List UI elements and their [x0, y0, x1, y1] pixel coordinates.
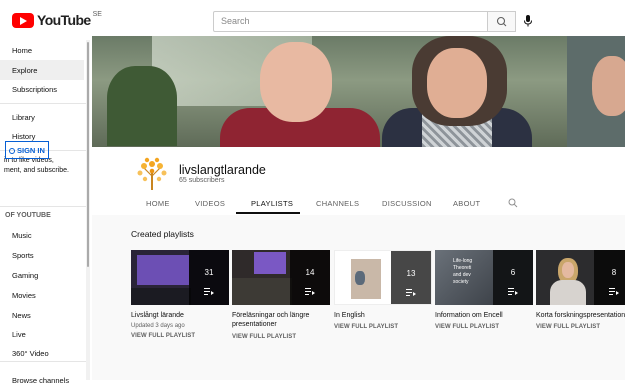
view-full-playlist-link[interactable]: VIEW FULL PLAYLIST — [334, 324, 398, 330]
playlist-title[interactable]: Korta forskningspresentation — [536, 311, 625, 320]
playlist-thumbnail[interactable]: 8 — [536, 250, 625, 305]
video-count: 8 — [611, 268, 617, 277]
sidebar-item-subscriptions[interactable]: Subscriptions — [0, 79, 84, 99]
channel-avatar[interactable] — [133, 154, 171, 192]
top-bar: YouTube SE Search — [0, 0, 625, 40]
search-icon[interactable] — [508, 198, 518, 208]
active-tab-indicator — [236, 212, 300, 214]
playlist-count-overlay: 6 — [493, 250, 533, 305]
playlist-icon — [189, 282, 229, 300]
sidebar-item-360-video[interactable]: 360° Video — [0, 343, 84, 363]
playlist-count-overlay: 31 — [189, 250, 229, 305]
thumbnail-person-face — [562, 262, 574, 278]
logo-country: SE — [92, 10, 102, 18]
playlist-icon — [391, 283, 431, 301]
subscriber-count: 65 subscribers — [179, 177, 225, 184]
thumbnail-person-body — [550, 280, 586, 305]
banner-person-man-head — [260, 42, 332, 122]
playlist-title-line2[interactable]: presentationer — [232, 320, 277, 329]
best-of-heading: OF YOUTUBE — [5, 212, 51, 219]
section-heading: Created playlists — [131, 229, 194, 239]
playlist-title[interactable]: Information om Encell — [435, 311, 503, 320]
thumbnail-room — [232, 278, 292, 305]
sign-in-button[interactable]: SIGN IN — [5, 141, 49, 159]
sidebar: Home Explore Subscriptions Library Histo… — [0, 40, 86, 385]
youtube-play-icon — [12, 12, 34, 28]
sidebar-item-music[interactable]: Music — [0, 225, 84, 245]
playlist-count-overlay: 13 — [391, 251, 431, 304]
channel-banner — [92, 36, 625, 147]
banner-person-right — [592, 56, 625, 116]
search-icon — [496, 16, 507, 27]
thumbnail-text-4: society — [453, 279, 469, 285]
video-count: 6 — [510, 268, 516, 277]
playlist-thumbnail[interactable]: 14 — [232, 250, 330, 305]
banner-person-woman-face — [427, 48, 487, 118]
tab-playlists[interactable]: PLAYLISTS — [251, 199, 293, 208]
playlist-updated: Updated 3 days ago — [131, 323, 185, 329]
sidebar-divider — [0, 103, 86, 104]
tab-about[interactable]: ABOUT — [453, 199, 480, 208]
thumbnail-audience — [131, 288, 191, 305]
sidebar-item-movies[interactable]: Movies — [0, 285, 84, 305]
video-count: 14 — [305, 268, 315, 277]
user-icon — [9, 148, 15, 154]
logo-text: YouTube — [37, 12, 91, 28]
tab-videos[interactable]: VIDEOS — [195, 199, 225, 208]
playlist-count-overlay: 8 — [594, 250, 625, 305]
sign-in-label: SIGN IN — [17, 146, 45, 155]
sidebar-item-browse-channels[interactable]: Browse channels — [0, 370, 84, 390]
video-count: 31 — [204, 268, 214, 277]
playlist-title-line1[interactable]: Föreläsningar och längre — [232, 311, 309, 320]
playlist-title[interactable]: In English — [334, 311, 365, 320]
thumbnail-slide — [254, 252, 286, 274]
sidebar-item-news[interactable]: News — [0, 305, 84, 325]
thumbnail-text-1: Life-long — [453, 258, 473, 264]
search-input[interactable]: Search — [213, 11, 488, 32]
playlist-icon — [290, 282, 330, 300]
playlist-thumbnail[interactable]: Life-long Theoreti and dev society 6 — [435, 250, 533, 305]
sidebar-item-live[interactable]: Live — [0, 324, 84, 344]
view-full-playlist-link[interactable]: VIEW FULL PLAYLIST — [435, 324, 499, 330]
thumbnail-text-3: and dev — [453, 272, 471, 278]
channel-name: livslangtlarande — [179, 163, 266, 177]
sidebar-divider — [0, 361, 86, 362]
sidebar-item-gaming[interactable]: Gaming — [0, 265, 84, 285]
sidebar-scrollbar-thumb[interactable] — [87, 42, 89, 267]
playlist-icon — [493, 282, 533, 300]
search-button[interactable] — [488, 11, 516, 32]
microphone-icon[interactable] — [522, 14, 534, 28]
video-count: 13 — [406, 269, 416, 278]
thumbnail-person — [355, 271, 365, 285]
signin-prompt-line2: ment, and subscribe. — [4, 167, 69, 174]
view-full-playlist-link[interactable]: VIEW FULL PLAYLIST — [536, 324, 600, 330]
thumbnail-slide — [137, 255, 189, 285]
playlist-title[interactable]: Livslångt lärande — [131, 311, 184, 320]
playlist-thumbnail[interactable]: 31 — [131, 250, 229, 305]
playlist-icon — [594, 282, 625, 300]
tab-channels[interactable]: CHANNELS — [316, 199, 359, 208]
tab-home[interactable]: HOME — [146, 199, 170, 208]
sidebar-divider — [0, 206, 86, 207]
playlist-count-overlay: 14 — [290, 250, 330, 305]
view-full-playlist-link[interactable]: VIEW FULL PLAYLIST — [131, 333, 195, 339]
sidebar-item-home[interactable]: Home — [0, 40, 84, 60]
sidebar-item-explore[interactable]: Explore — [0, 60, 84, 80]
sidebar-item-library[interactable]: Library — [0, 107, 84, 127]
banner-plant — [107, 66, 177, 146]
view-full-playlist-link[interactable]: VIEW FULL PLAYLIST — [232, 334, 296, 340]
tab-discussion[interactable]: DISCUSSION — [382, 199, 432, 208]
thumbnail-text-2: Theoreti — [453, 265, 472, 271]
sidebar-item-sports[interactable]: Sports — [0, 245, 84, 265]
playlist-thumbnail[interactable]: 13 — [334, 250, 432, 305]
youtube-logo[interactable]: YouTube SE — [12, 10, 102, 28]
